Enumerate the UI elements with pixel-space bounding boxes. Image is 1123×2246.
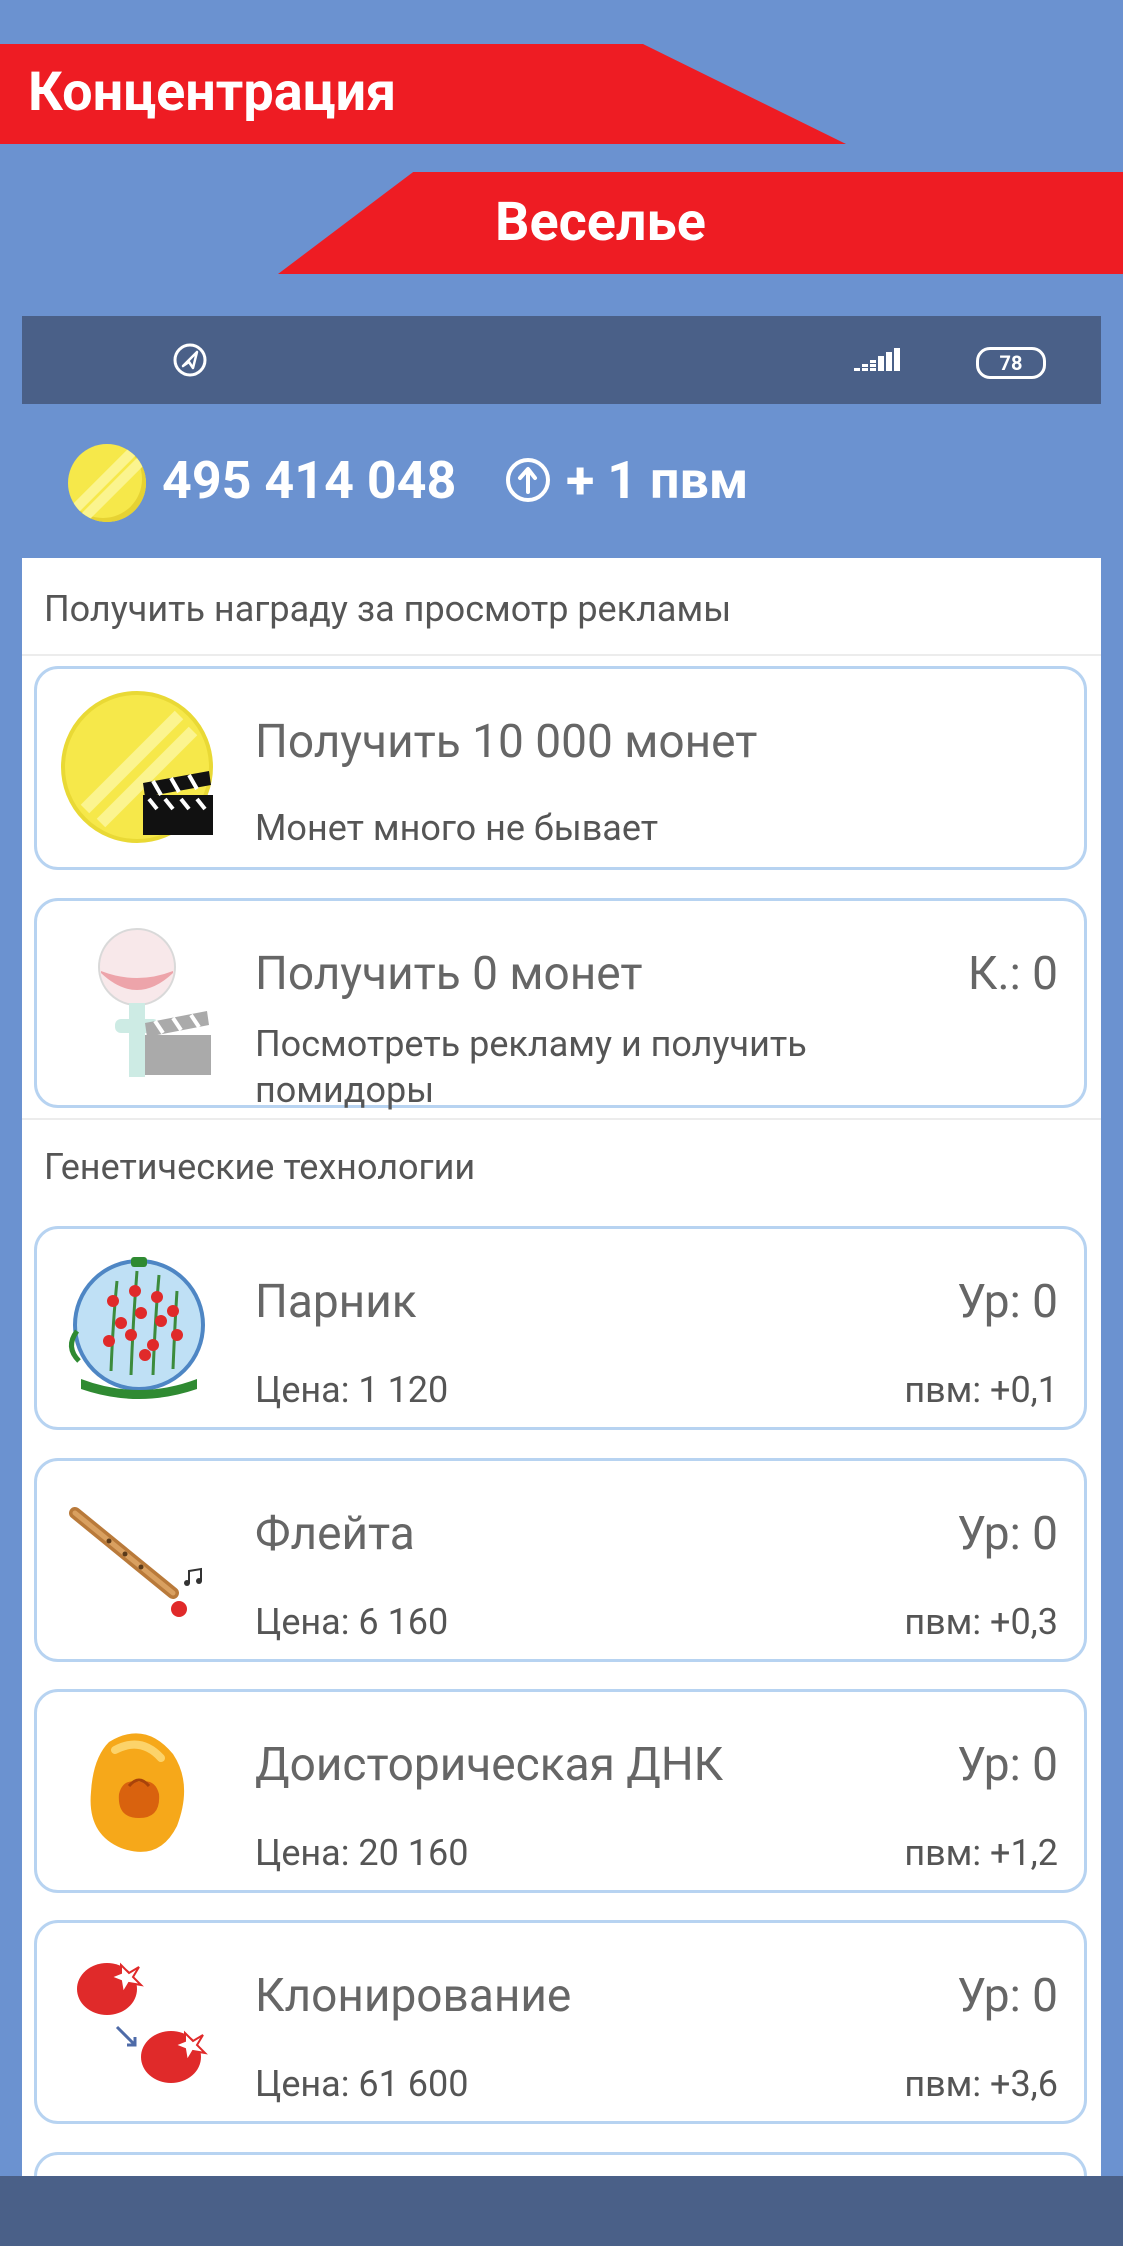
coin-balance: 495 414 048 [162,450,457,511]
upgrade-name: Клонирование [255,1969,572,2023]
flute-icon [69,1507,202,1617]
upgrade-level: Ур: 0 [957,1969,1058,2023]
ad-reward-tomatoes-card[interactable]: Получить 0 монет К.: 0 Посмотреть реклам… [34,898,1087,1111]
upgrade-name: Флейта [255,1507,415,1561]
cloning-icon [77,1962,208,2083]
genetics-section-title: Генетические технологии [44,1146,476,1188]
divider [22,1118,1101,1120]
income-arrow-icon [506,458,550,502]
card-subtitle: Монет много не бывает [255,807,659,849]
upgrade-level: Ур: 0 [957,1507,1058,1561]
bottom-navigation-bar [0,2176,1123,2246]
upgrades-list[interactable]: Получить награду за просмотр рекламы Пол… [22,558,1101,2178]
ad-reward-coins-card[interactable]: Получить 10 000 монет Монет много не быв… [34,666,1087,870]
lollipop-clapper-icon [98,928,211,1077]
upgrade-item-cloning[interactable]: Клонирование Ур: 0 Цена: 61 600 пвм: +3,… [34,1920,1087,2124]
income-rate: + 1 пвм [566,450,749,511]
upgrade-price: Цена: 1 120 [255,1369,449,1411]
upgrade-level: Ур: 0 [957,1738,1058,1792]
card-subtitle: Посмотреть рекламу и получить помидоры [255,1023,807,1111]
upgrade-item-greenhouse[interactable]: Парник Ур: 0 Цена: 1 120 пвм: +0,1 [34,1226,1087,1430]
greenhouse-icon [69,1257,205,1399]
upgrade-item-next[interactable] [34,2152,1087,2178]
upgrade-level: Ур: 0 [957,1275,1058,1329]
fun-banner: Веселье [278,172,1123,274]
fun-banner-label: Веселье [495,191,706,254]
card-title: Получить 0 монет [255,947,643,1001]
signal-icon [854,348,900,371]
upgrade-income: пвм: +0,1 [904,1369,1058,1411]
upgrade-price: Цена: 20 160 [255,1832,469,1874]
coin-icon [68,444,146,522]
balance-header: 495 414 048 + 1 пвм [22,404,1101,558]
divider [22,654,1101,656]
upgrade-price: Цена: 61 600 [255,2063,469,2105]
amber-icon [90,1733,185,1852]
upgrade-income: пвм: +1,2 [904,1832,1058,1874]
ad-counter: К.: 0 [967,947,1058,1001]
notification-app-icon [173,343,207,377]
ads-section-title: Получить награду за просмотр рекламы [44,588,732,630]
coin-clapper-icon [61,691,213,843]
concentration-banner-label: Концентрация [28,61,397,124]
upgrade-item-flute[interactable]: Флейта Ур: 0 Цена: 6 160 пвм: +0,3 [34,1458,1087,1662]
card-title: Получить 10 000 монет [255,715,758,769]
battery-indicator: 78 [976,347,1046,379]
status-bar: 78 [22,316,1101,404]
upgrade-name: Парник [255,1275,417,1329]
upgrade-item-prehistoric-dna[interactable]: Доисторическая ДНК Ур: 0 Цена: 20 160 пв… [34,1689,1087,1893]
concentration-banner: Концентрация [0,44,846,144]
upgrade-price: Цена: 6 160 [255,1601,449,1643]
upgrade-name: Доисторическая ДНК [255,1738,724,1792]
upgrade-income: пвм: +0,3 [904,1601,1058,1643]
upgrade-income: пвм: +3,6 [904,2063,1058,2105]
